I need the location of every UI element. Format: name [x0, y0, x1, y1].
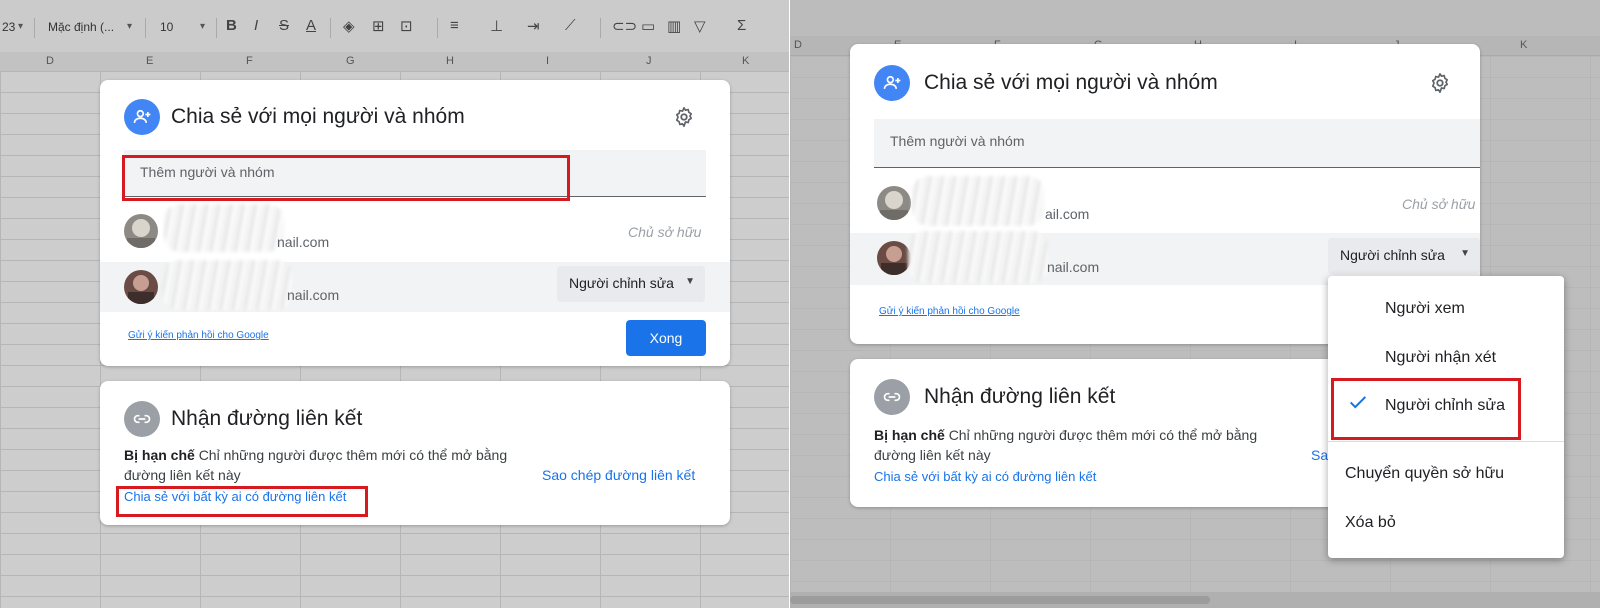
owner-label: Chủ sở hữu	[1402, 196, 1476, 212]
column-header-row: D E F G H I J K	[0, 52, 789, 72]
avatar	[124, 214, 158, 248]
redacted-name	[912, 176, 1044, 226]
toolbar-divider	[437, 18, 438, 38]
menu-item-viewer[interactable]: Người xem	[1385, 300, 1465, 318]
menu-item-transfer-ownership[interactable]: Chuyển quyền sở hữu	[1345, 465, 1504, 483]
toolbar-divider	[34, 18, 35, 38]
chevron-down-icon[interactable]: ▾	[127, 21, 132, 32]
highlight-box-share-link	[116, 486, 368, 517]
link-access-description: Bị hạn chế Chỉ những người được thêm mới…	[124, 445, 524, 485]
vertical-align-icon[interactable]: ⊥	[490, 17, 503, 35]
toolbar-divider	[216, 18, 217, 38]
avatar	[877, 186, 911, 220]
column-header[interactable]: D	[46, 55, 54, 67]
copy-link-button[interactable]: Sao chép đường liên kết	[542, 467, 695, 483]
strikethrough-icon[interactable]: S	[279, 17, 289, 34]
functions-icon[interactable]: Σ	[737, 17, 746, 34]
gear-icon[interactable]	[673, 106, 695, 133]
add-people-placeholder: Thêm người và nhóm	[890, 133, 1025, 149]
link-icon	[124, 401, 160, 437]
person-email: nail.com	[277, 234, 330, 250]
font-size-select[interactable]: 10	[160, 20, 173, 34]
link-icon[interactable]: ⊂⊃	[612, 17, 637, 35]
role-dropdown-button[interactable]: Người chỉnh sửa ▼	[1328, 238, 1480, 274]
redacted-name	[908, 231, 1048, 283]
avatar	[877, 241, 911, 275]
column-header[interactable]: J	[646, 55, 652, 67]
chevron-down-icon[interactable]: ▾	[200, 21, 205, 32]
column-header[interactable]: K	[742, 55, 749, 67]
sheets-toolbar: 23 ▾ Mặc định (... ▾ 10 ▾ B I S A ◈ ⊞ ⊡ …	[0, 0, 789, 53]
menu-divider	[1328, 441, 1564, 442]
link-dialog-title: Nhận đường liên kết	[924, 385, 1116, 408]
done-button[interactable]: Xong	[626, 320, 706, 356]
toolbar-divider	[145, 18, 146, 38]
person-email: ail.com	[1045, 206, 1090, 222]
gear-icon[interactable]	[1429, 72, 1451, 99]
column-header[interactable]: I	[546, 55, 549, 67]
add-people-input[interactable]: Thêm người và nhóm	[874, 119, 1480, 168]
add-person-icon	[874, 65, 910, 101]
highlight-box-editor	[1331, 378, 1521, 440]
chevron-down-icon[interactable]: ▾	[18, 21, 23, 32]
caret-down-icon: ▼	[685, 276, 695, 287]
role-dropdown-label: Người chỉnh sửa	[1340, 247, 1445, 263]
column-header[interactable]: H	[446, 55, 454, 67]
text-color-icon[interactable]: A	[306, 17, 316, 34]
feedback-link[interactable]: Gửi ý kiến phản hồi cho Google	[879, 306, 1020, 317]
scrollbar-thumb[interactable]	[790, 596, 1210, 604]
font-family-select[interactable]: Mặc định (...	[48, 20, 114, 34]
feedback-link[interactable]: Gửi ý kiến phản hồi cho Google	[128, 330, 269, 341]
text-rotation-icon[interactable]: ⟋	[565, 17, 576, 34]
share-dialog: Chia sẻ với mọi người và nhóm Thêm người…	[100, 80, 730, 366]
toolbar-strip	[790, 0, 1600, 36]
column-header[interactable]: E	[146, 55, 153, 67]
add-person-icon	[124, 99, 160, 135]
redacted-name	[162, 260, 292, 310]
bold-icon[interactable]: B	[226, 17, 237, 34]
redacted-name	[164, 204, 284, 252]
owner-label: Chủ sở hữu	[628, 224, 702, 240]
column-header[interactable]: D	[794, 39, 802, 51]
restricted-label: Bị hạn chế	[124, 447, 195, 463]
person-email: nail.com	[287, 287, 340, 303]
copy-link-button-truncated[interactable]: Sa	[1311, 447, 1328, 463]
toolbar-divider	[330, 18, 331, 38]
horizontal-scrollbar[interactable]	[790, 592, 1600, 608]
align-left-icon[interactable]: ≡	[450, 17, 459, 34]
link-icon	[874, 379, 910, 415]
share-dialog-title: Chia sẻ với mọi người và nhóm	[171, 105, 465, 128]
fill-color-icon[interactable]: ◈	[343, 17, 355, 35]
comment-icon[interactable]: ▭	[641, 17, 655, 35]
share-dialog-title: Chia sẻ với mọi người và nhóm	[924, 71, 1218, 94]
chart-icon[interactable]: ▥	[667, 17, 681, 35]
column-header[interactable]: F	[246, 55, 253, 67]
highlight-box-input	[122, 155, 570, 201]
avatar	[124, 270, 158, 304]
menu-item-remove[interactable]: Xóa bỏ	[1345, 514, 1396, 532]
merge-cells-icon[interactable]: ⊡	[400, 17, 413, 35]
filter-icon[interactable]: ▽	[694, 17, 706, 35]
column-header[interactable]: G	[346, 55, 355, 67]
restricted-label: Bị hạn chế	[874, 427, 945, 443]
left-screenshot-panel: 23 ▾ Mặc định (... ▾ 10 ▾ B I S A ◈ ⊞ ⊡ …	[0, 0, 789, 608]
zoom-fragment[interactable]: 23	[2, 20, 15, 34]
text-wrap-icon[interactable]: ⇥	[527, 17, 540, 35]
borders-icon[interactable]: ⊞	[372, 17, 385, 35]
link-dialog-title: Nhận đường liên kết	[171, 407, 363, 430]
role-dropdown-label: Người chỉnh sửa	[569, 275, 674, 291]
toolbar-divider	[600, 18, 601, 38]
menu-item-commenter[interactable]: Người nhận xét	[1385, 349, 1496, 367]
caret-down-icon: ▼	[1460, 248, 1470, 259]
share-anyone-link[interactable]: Chia sẻ với bất kỳ ai có đường liên kết	[874, 469, 1096, 484]
link-access-description: Bị hạn chế Chỉ những người được thêm mới…	[874, 425, 1274, 465]
role-dropdown-button[interactable]: Người chỉnh sửa ▼	[557, 266, 705, 302]
italic-icon[interactable]: I	[254, 17, 258, 34]
column-header[interactable]: K	[1520, 39, 1527, 51]
person-email: nail.com	[1047, 259, 1100, 275]
